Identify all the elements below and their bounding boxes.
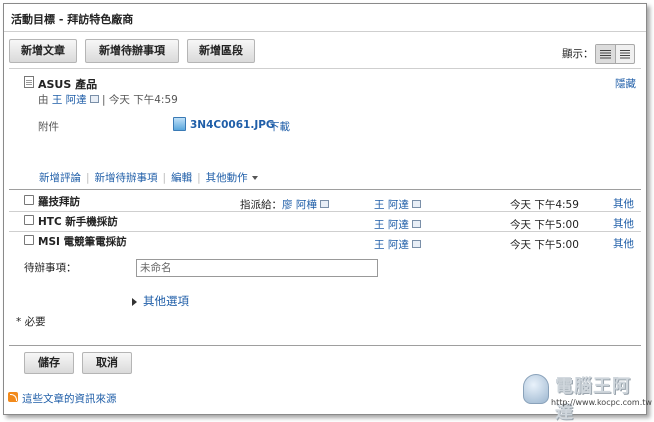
- task-time: 今天 下午5:00: [510, 219, 579, 231]
- rss-icon: [8, 392, 18, 402]
- chevron-right-icon: [132, 297, 137, 306]
- new-section-button[interactable]: 新增區段: [187, 39, 255, 63]
- add-task-link[interactable]: 新增待辦事項: [95, 172, 158, 184]
- profile-card-icon[interactable]: [411, 200, 421, 208]
- profile-card-icon[interactable]: [411, 220, 421, 228]
- owner-link[interactable]: 王 阿達: [374, 199, 409, 211]
- compact-view-icon[interactable]: [616, 45, 635, 63]
- task-checkbox[interactable]: [24, 215, 34, 225]
- image-file-icon: [173, 117, 186, 131]
- edit-link[interactable]: 編輯: [171, 172, 192, 184]
- task-input-label: 待辦事項：: [24, 262, 77, 274]
- display-label: 顯示：: [562, 48, 594, 60]
- profile-card-icon[interactable]: [319, 200, 329, 208]
- profile-card-icon[interactable]: [411, 240, 421, 248]
- task-name: 羅技拜訪: [38, 196, 80, 208]
- task-more-link[interactable]: 其他: [613, 196, 634, 211]
- divider: [9, 189, 641, 190]
- divider: [9, 211, 641, 212]
- task-more-link[interactable]: 其他: [613, 216, 634, 231]
- assignee-link[interactable]: 廖 阿樺: [282, 199, 317, 211]
- author-link[interactable]: 王 阿達: [52, 94, 87, 106]
- add-comment-link[interactable]: 新增評論: [39, 172, 81, 184]
- task-time: 今天 下午5:00: [510, 239, 579, 251]
- required-note: * 必要: [16, 316, 46, 328]
- detail-view-icon[interactable]: [596, 45, 616, 63]
- watermark-logo: 電腦王阿達 http://www.kocpc.com.tw: [519, 370, 652, 422]
- view-toggle[interactable]: [595, 44, 635, 64]
- document-icon: [24, 76, 34, 88]
- owner-link[interactable]: 王 阿達: [374, 219, 409, 231]
- more-actions-menu[interactable]: 其他動作: [206, 172, 248, 184]
- task-more-link[interactable]: 其他: [613, 236, 634, 251]
- hide-link[interactable]: 隱藏: [615, 76, 636, 91]
- page-title: 活動目標 - 拜訪特色廠商: [11, 13, 134, 26]
- profile-card-icon[interactable]: [89, 95, 99, 103]
- chevron-down-icon: [251, 176, 258, 180]
- task-name: MSI 電競筆電採訪: [38, 236, 127, 248]
- mascot-icon: [523, 374, 549, 404]
- task-checkbox[interactable]: [24, 235, 34, 245]
- cancel-button[interactable]: 取消: [82, 352, 132, 374]
- new-task-button[interactable]: 新增待辦事項: [85, 39, 179, 63]
- task-assignment: 指派給：廖 阿樺: [240, 197, 329, 212]
- rss-feed-link[interactable]: 這些文章的資訊來源: [22, 391, 117, 406]
- task-name-input[interactable]: 未命名: [136, 259, 378, 277]
- download-link[interactable]: 下載: [269, 119, 290, 134]
- divider: [4, 31, 646, 32]
- task-owner: 王 阿達: [374, 217, 421, 232]
- task-time: 今天 下午4:59: [510, 199, 579, 211]
- task-owner: 王 阿達: [374, 237, 421, 252]
- post-actions: 新增評論 | 新增待辦事項 | 編輯 | 其他動作: [39, 170, 258, 185]
- divider: [9, 231, 641, 232]
- post-meta: 由 王 阿達 | 今天 下午4:59: [38, 94, 178, 106]
- task-checkbox[interactable]: [24, 195, 34, 205]
- divider: [9, 345, 641, 346]
- divider: [9, 68, 641, 69]
- save-button[interactable]: 儲存: [24, 352, 74, 374]
- more-options-toggle[interactable]: 其他選項: [132, 293, 189, 309]
- post-title: ASUS 產品: [38, 78, 98, 91]
- task-name: HTC 新手機採訪: [38, 216, 118, 228]
- new-post-button[interactable]: 新增文章: [9, 39, 77, 63]
- task-owner: 王 阿達: [374, 197, 421, 212]
- attachment-label: 附件: [38, 121, 59, 133]
- activity-panel: 活動目標 - 拜訪特色廠商 新增文章 新增待辦事項 新增區段 顯示： ASUS …: [3, 3, 652, 422]
- owner-link[interactable]: 王 阿達: [374, 239, 409, 251]
- attachment-file-link[interactable]: 3N4C0061.JPG: [190, 119, 275, 131]
